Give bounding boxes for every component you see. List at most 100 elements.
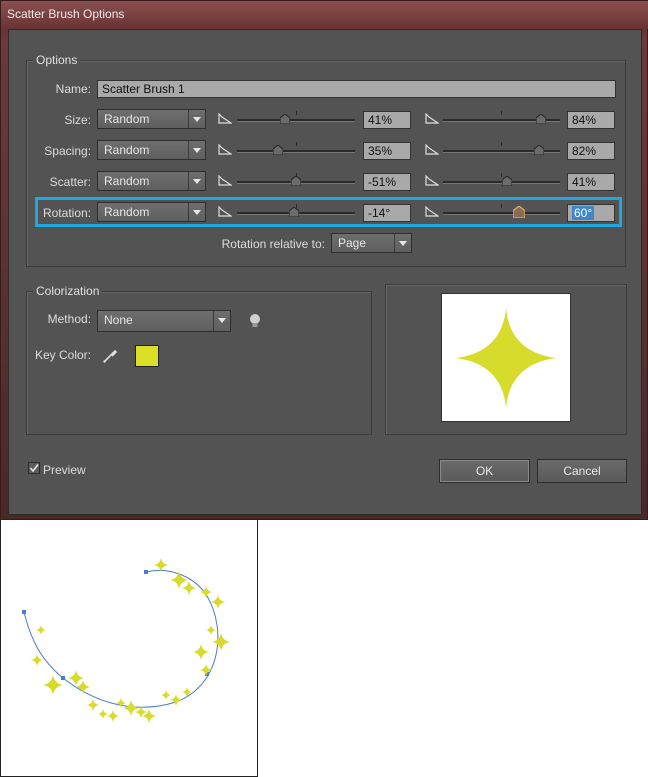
spacing-mode-value: Random bbox=[104, 143, 150, 157]
min-scatter-icon bbox=[218, 175, 232, 186]
spacing-min-slider-thumb[interactable] bbox=[273, 145, 284, 155]
scatter-min-slider-thumb[interactable] bbox=[291, 176, 301, 186]
method-dropdown[interactable]: None bbox=[97, 310, 231, 332]
rotation-min-field[interactable]: -14° bbox=[363, 204, 411, 222]
size-max-slider-thumb[interactable] bbox=[536, 114, 547, 124]
key-color-label: Key Color: bbox=[34, 348, 91, 362]
star-shape bbox=[456, 308, 556, 408]
size-max-field[interactable]: 84% bbox=[567, 111, 615, 129]
anchor-point[interactable] bbox=[22, 610, 26, 614]
preview-checkbox[interactable] bbox=[28, 462, 40, 474]
screenshot-root: Scatter Brush Options Options Name: Scat… bbox=[0, 0, 648, 777]
size-mode-dropdown[interactable]: Random bbox=[97, 109, 206, 129]
rotation-min-slider-thumb[interactable] bbox=[288, 207, 299, 217]
rotation-max-track[interactable] bbox=[443, 212, 560, 215]
rotation-mode-dropdown[interactable]: Random bbox=[97, 202, 206, 222]
artboard-canvas[interactable] bbox=[0, 520, 258, 777]
size-min-field[interactable]: 41% bbox=[363, 111, 411, 129]
scattered-stars-artwork bbox=[22, 558, 230, 723]
chevron-down-icon bbox=[188, 141, 205, 159]
rotation-label: Rotation: bbox=[42, 206, 91, 220]
scattered-star bbox=[36, 625, 46, 635]
spacing-max-slider-thumb[interactable] bbox=[533, 145, 544, 155]
size-min-track[interactable] bbox=[237, 119, 355, 122]
brush-preview-canvas bbox=[441, 293, 571, 422]
title-bar[interactable]: Scatter Brush Options bbox=[1, 1, 648, 29]
min-spacing-icon bbox=[218, 144, 232, 155]
scatter-mode-value: Random bbox=[104, 174, 150, 188]
size-max-center-tick bbox=[501, 111, 502, 115]
min-rotation-icon bbox=[218, 206, 232, 217]
chevron-down-icon bbox=[188, 172, 205, 190]
spacing-max-field[interactable]: 82% bbox=[567, 142, 615, 160]
spacing-mode-dropdown[interactable]: Random bbox=[97, 140, 206, 160]
star-brush-preview bbox=[456, 308, 556, 408]
chevron-down-icon bbox=[213, 311, 230, 331]
scattered-star bbox=[212, 633, 230, 651]
scattered-star bbox=[170, 571, 188, 589]
rotation-max-value-selected: 60° bbox=[572, 206, 595, 220]
scatter-min-field[interactable]: -51% bbox=[363, 173, 411, 191]
lightbulb-tip-icon[interactable] bbox=[249, 313, 261, 329]
min-size-icon bbox=[218, 113, 232, 124]
colorization-group-title: Colorization bbox=[33, 284, 103, 298]
anchor-point[interactable] bbox=[61, 676, 65, 680]
max-scatter-icon bbox=[425, 175, 439, 186]
spacing-min-center-tick bbox=[296, 142, 297, 146]
scattered-star bbox=[43, 675, 63, 695]
scatter-mode-dropdown[interactable]: Random bbox=[97, 171, 206, 191]
scattered-star bbox=[200, 664, 212, 676]
max-spacing-icon bbox=[425, 144, 439, 155]
scattered-star bbox=[123, 700, 139, 716]
scattered-star bbox=[170, 694, 182, 706]
scattered-star bbox=[76, 680, 90, 694]
anchor-point[interactable] bbox=[144, 570, 148, 574]
scattered-star bbox=[87, 699, 99, 711]
rotation-mode-value: Random bbox=[104, 205, 150, 219]
scattered-star bbox=[107, 710, 119, 722]
eyedropper-icon[interactable] bbox=[102, 348, 118, 364]
chevron-down-icon bbox=[188, 203, 205, 221]
size-min-center-tick bbox=[296, 111, 297, 115]
cancel-button[interactable]: Cancel bbox=[537, 459, 627, 483]
window-title: Scatter Brush Options bbox=[7, 7, 125, 21]
max-rotation-icon bbox=[425, 206, 439, 217]
scattered-star bbox=[154, 558, 168, 572]
key-color-swatch[interactable] bbox=[135, 345, 159, 367]
ok-button[interactable]: OK bbox=[439, 459, 530, 483]
scattered-star bbox=[31, 654, 43, 666]
scattered-star bbox=[161, 690, 171, 700]
scattered-star bbox=[206, 625, 216, 635]
scatter-max-slider-thumb[interactable] bbox=[502, 176, 513, 186]
spacing-min-field[interactable]: 35% bbox=[363, 142, 411, 160]
spacing-max-center-tick bbox=[501, 142, 502, 146]
rotation-relative-value: Page bbox=[338, 236, 367, 250]
rotation-max-field[interactable]: 60° bbox=[567, 204, 615, 222]
size-mode-value: Random bbox=[104, 112, 150, 126]
scattered-star bbox=[182, 687, 192, 697]
name-field[interactable]: Scatter Brush 1 bbox=[97, 80, 616, 98]
options-group-title: Options bbox=[33, 53, 81, 67]
method-label: Method: bbox=[47, 312, 91, 326]
size-label: Size: bbox=[64, 113, 91, 127]
spacing-min-track[interactable] bbox=[237, 150, 355, 153]
preview-label: Preview bbox=[43, 463, 86, 477]
size-min-slider-thumb[interactable] bbox=[280, 114, 291, 124]
rotation-relative-label: Rotation relative to: bbox=[221, 237, 325, 251]
dialog-body: Options Name: Scatter Brush 1 Size: Rand… bbox=[8, 29, 642, 515]
chevron-down-icon bbox=[188, 110, 205, 128]
rotation-max-slider-thumb[interactable] bbox=[513, 206, 526, 218]
scattered-stars bbox=[31, 558, 230, 723]
dialog-window-frame: Scatter Brush Options Options Name: Scat… bbox=[0, 0, 648, 520]
chevron-down-icon bbox=[394, 234, 411, 252]
max-size-icon bbox=[425, 113, 439, 124]
scatter-max-field[interactable]: 41% bbox=[567, 173, 615, 191]
spacing-label: Spacing: bbox=[44, 144, 91, 158]
scatter-label: Scatter: bbox=[49, 175, 91, 189]
scattered-star bbox=[98, 709, 108, 719]
scattered-star bbox=[182, 581, 196, 595]
rotation-relative-dropdown[interactable]: Page bbox=[331, 233, 412, 253]
scattered-star bbox=[116, 698, 126, 708]
scattered-star bbox=[200, 586, 212, 598]
scattered-star bbox=[193, 644, 209, 660]
